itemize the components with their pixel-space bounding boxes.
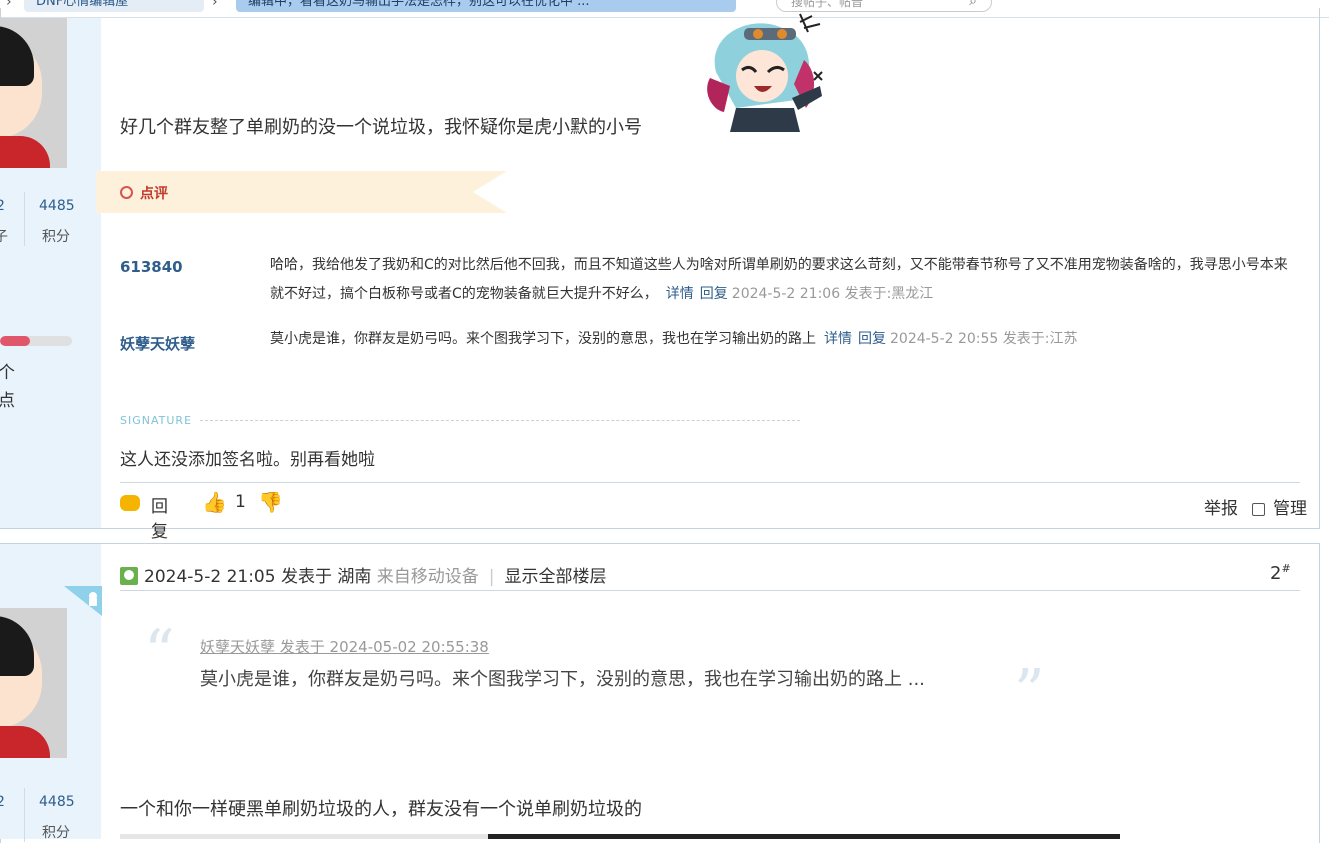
- attached-image[interactable]: [120, 834, 1120, 839]
- signature-label: SIGNATURE: [120, 414, 193, 427]
- comment-meta: 2024-5-2 21:06 发表于:黑龙江: [731, 286, 934, 302]
- comment-item: 哈哈，我给他发了我奶和C的对比然后他不回我，而且不知道这些人为啥对所谓单刷奶的要…: [270, 251, 1300, 309]
- level-progress-bar: [0, 336, 72, 346]
- android-mobile-icon: [64, 586, 102, 616]
- avatar[interactable]: [0, 608, 67, 758]
- sidebar-text-line: 点: [0, 391, 15, 411]
- post-location: 发表于 湖南: [280, 567, 372, 587]
- header-divider: [120, 590, 1300, 591]
- comment-item: 莫小虎是谁，你群友是奶弓吗。来个图我学习下，没别的意思，我也在学习输出奶的路上详…: [270, 325, 1300, 354]
- user-online-icon: [120, 567, 138, 585]
- thumbs-down-icon[interactable]: 👎: [258, 490, 283, 514]
- reply-bubble-icon[interactable]: [120, 495, 140, 511]
- floor-number[interactable]: 2#: [1270, 562, 1291, 584]
- show-all-floors-link[interactable]: 显示全部楼层: [505, 567, 607, 587]
- posts-count: 2: [0, 794, 5, 810]
- quote-text: 莫小虎是谁，你群友是奶弓吗。来个图我学习下，没别的意思，我也在学习输出奶的路上 …: [200, 669, 925, 690]
- close-quote-icon: ”: [1014, 657, 1045, 727]
- stat-divider: [24, 788, 25, 842]
- circle-icon: [120, 186, 133, 199]
- post-body-text: 一个和你一样硬黑单刷奶垃圾的人，群友没有一个说单刷奶垃圾的: [120, 799, 642, 820]
- points-label: 积分: [42, 229, 70, 245]
- like-count: 1: [235, 492, 246, 512]
- post-date: 2024-5-2 21:05: [144, 567, 276, 587]
- post-source: 来自移动设备: [376, 567, 479, 587]
- comment-reply-link[interactable]: 回复: [700, 286, 728, 302]
- avatar[interactable]: [0, 18, 67, 168]
- author-sidebar: 2 子 4485 积分 个 点: [0, 18, 101, 528]
- header-separator: |: [488, 567, 495, 587]
- post-body-text: 好几个群友整了单刷奶的没一个说垃圾，我怀疑你是虎小默的小号: [120, 117, 642, 138]
- comment-text: 莫小虎是谁，你群友是奶弓吗。来个图我学习下，没别的意思，我也在学习输出奶的路上: [270, 331, 816, 347]
- points-count[interactable]: 4485: [39, 198, 75, 214]
- thumbs-up-icon[interactable]: 👍: [202, 490, 227, 514]
- level-progress-fill: [0, 336, 31, 346]
- comments-header-label: 点评: [140, 186, 168, 202]
- sidebar-text-line: 个: [0, 363, 15, 383]
- reply-button[interactable]: 回复: [151, 492, 168, 542]
- signature-divider: [200, 420, 800, 421]
- post-header: 2024-5-2 21:05 发表于 湖南 来自移动设备 | 显示全部楼层: [120, 562, 607, 587]
- comment-reply-link[interactable]: 回复: [858, 331, 886, 347]
- comment-meta: 2024-5-2 20:55 发表于:江苏: [890, 331, 1078, 347]
- comment-detail-link[interactable]: 详情: [666, 286, 694, 302]
- floor-number-value: 2: [1270, 563, 1282, 584]
- manage-checkbox[interactable]: [1252, 502, 1265, 516]
- comment-detail-link[interactable]: 详情: [824, 331, 852, 347]
- signature-text: 这人还没添加签名啦。别再看她啦: [120, 450, 375, 470]
- posts-label: 子: [0, 229, 8, 245]
- points-label: 积分: [42, 825, 70, 841]
- comment-user[interactable]: 妖孽天妖孽: [120, 333, 195, 354]
- posts-count: 2: [0, 198, 5, 214]
- quote-source-link[interactable]: 妖孽天妖孽 发表于 2024-05-02 20:55:38: [200, 636, 489, 657]
- post-admin-actions: 举报 管理: [1204, 494, 1307, 519]
- open-quote-icon: “: [144, 617, 175, 687]
- action-divider: [120, 482, 1300, 483]
- points-count[interactable]: 4485: [39, 794, 75, 810]
- anime-girl-sticker-image: [696, 12, 831, 132]
- floor-mark: #: [1281, 562, 1291, 575]
- comment-user[interactable]: 613840: [120, 258, 183, 276]
- stat-divider: [24, 192, 25, 246]
- comments-header: 点评: [96, 171, 507, 213]
- manage-button[interactable]: 管理: [1273, 499, 1307, 519]
- report-button[interactable]: 举报: [1204, 499, 1238, 519]
